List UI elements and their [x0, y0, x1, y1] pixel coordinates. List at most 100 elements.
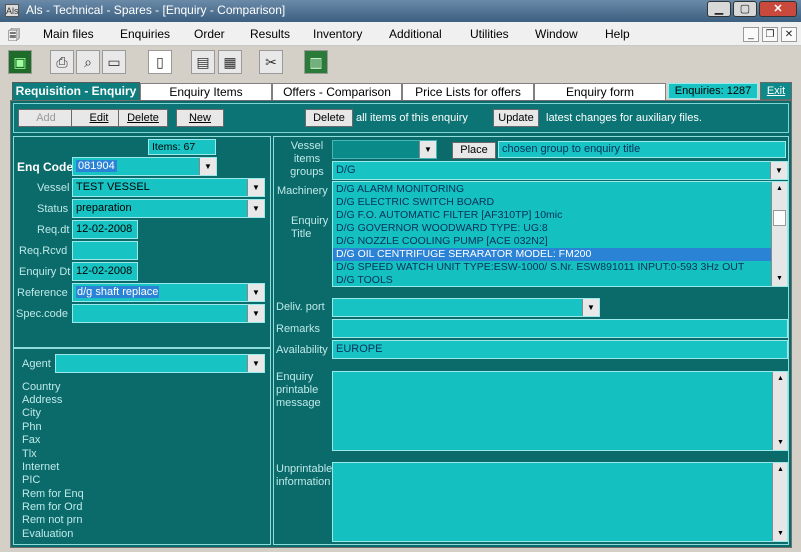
- enq-code-label: Enq Code: [17, 160, 73, 174]
- group-select[interactable]: D/G ▼: [332, 161, 788, 180]
- req-rcvd-field[interactable]: [72, 241, 138, 260]
- spec-code-label: Spec.code: [16, 308, 68, 320]
- list-item[interactable]: D/G ELECTRIC SWITCH BOARD: [333, 196, 771, 209]
- tab-price-lists[interactable]: Price Lists for offers: [402, 83, 534, 100]
- machinery-label: Machinery: [277, 185, 328, 197]
- menu-help[interactable]: Help: [605, 27, 630, 41]
- chevron-down-icon[interactable]: ▼: [247, 284, 264, 301]
- req-dt-label: Req.dt: [37, 224, 70, 236]
- document-icon[interactable]: 🗐: [8, 26, 26, 42]
- tab-enquiry-items[interactable]: Enquiry Items: [140, 83, 272, 100]
- availability-field[interactable]: EUROPE: [332, 340, 788, 359]
- mdi-restore-icon[interactable]: ❐: [762, 27, 778, 42]
- scroll-down-icon[interactable]: ▼: [774, 437, 787, 449]
- spec-code-select[interactable]: ▼: [72, 304, 265, 323]
- update-button[interactable]: Update: [493, 109, 539, 127]
- chevron-down-icon[interactable]: ▼: [247, 179, 264, 196]
- printer-icon[interactable]: ⎙: [50, 50, 74, 74]
- chevron-down-icon[interactable]: ▼: [582, 299, 599, 316]
- menu-inventory[interactable]: Inventory: [313, 27, 362, 41]
- list-item[interactable]: D/G F.O. AUTOMATIC FILTER [AF310TP] 10mi…: [333, 209, 771, 222]
- new-button[interactable]: New: [176, 109, 224, 127]
- vessel-select[interactable]: TEST VESSEL ▼: [72, 178, 265, 197]
- agent-telex-label: Tlx: [22, 448, 37, 460]
- reference-value: d/g shaft replace: [76, 286, 160, 298]
- machinery-list[interactable]: D/G ALARM MONITORING D/G ELECTRIC SWITCH…: [332, 181, 788, 287]
- unprintable-information-textarea[interactable]: ▲ ▼: [332, 462, 788, 542]
- list-item-selected[interactable]: D/G OIL CENTRIFUGE SERARATOR MODEL: FM20…: [333, 248, 771, 261]
- chevron-down-icon[interactable]: ▼: [419, 141, 436, 158]
- tab-enquiry-form[interactable]: Enquiry form: [534, 83, 666, 100]
- chevron-down-icon[interactable]: ▼: [199, 158, 216, 175]
- monitor-icon[interactable]: ▭: [102, 50, 126, 74]
- scrollbar-thumb[interactable]: [773, 210, 786, 226]
- list-item[interactable]: D/G TOOLS: [333, 274, 771, 287]
- list-item[interactable]: D/G NOZZLE COOLING PUMP [ACE 032N2]: [333, 235, 771, 248]
- scissors-icon[interactable]: ✂: [259, 50, 283, 74]
- list-item[interactable]: D/G SPEED WATCH UNIT TYPE:ESW-1000/ S.Nr…: [333, 261, 771, 274]
- chevron-down-icon[interactable]: ▼: [247, 305, 264, 322]
- agent-country-label: Country: [22, 381, 61, 393]
- agent-select[interactable]: ▼: [55, 354, 265, 373]
- agent-rem-for-enq-label: Rem for Enq: [22, 488, 84, 500]
- message-scrollbar[interactable]: ▲ ▼: [772, 372, 787, 450]
- delete-all-items-button[interactable]: Delete: [305, 109, 353, 127]
- menu-window[interactable]: Window: [535, 27, 578, 41]
- machinery-list-scrollbar[interactable]: ▲ ▼: [771, 182, 787, 286]
- menu-additional[interactable]: Additional: [389, 27, 442, 41]
- reference-select[interactable]: d/g shaft replace ▼: [72, 283, 265, 302]
- calculator-icon[interactable]: ▥: [304, 50, 328, 74]
- enq-code-value: 081904: [76, 160, 117, 172]
- menu-utilities[interactable]: Utilities: [470, 27, 509, 41]
- close-icon[interactable]: ✕: [759, 1, 797, 17]
- toolbar: ▣ ⎙ ⌕ ▭ ▯ ▤ ▦ ✂ ▥: [0, 46, 801, 78]
- mdi-minimize-icon[interactable]: _: [743, 27, 759, 42]
- deliv-port-select[interactable]: ▼: [332, 298, 600, 317]
- menu-main-files[interactable]: Main files: [43, 27, 94, 41]
- mdi-close-icon[interactable]: ✕: [781, 27, 797, 42]
- menu-results[interactable]: Results: [250, 27, 290, 41]
- vessel-items-groups-select[interactable]: ▼: [332, 140, 437, 159]
- agent-city-label: City: [22, 407, 41, 419]
- status-label: Status: [37, 203, 69, 215]
- list-item[interactable]: D/G ALARM MONITORING: [333, 183, 771, 196]
- enquiry-dt-field[interactable]: 12-02-2008: [72, 262, 138, 281]
- vessel-value: TEST VESSEL: [76, 181, 150, 193]
- chevron-down-icon[interactable]: ▼: [770, 162, 787, 179]
- enq-code-field[interactable]: 081904 ▼: [72, 157, 217, 176]
- unprintable-information-label: Unprintable information: [276, 463, 333, 488]
- delete-button[interactable]: Delete: [118, 109, 168, 127]
- exit-door-icon[interactable]: ▣: [8, 50, 32, 74]
- app-icon[interactable]: Als: [5, 4, 19, 17]
- add-button[interactable]: Add: [18, 109, 74, 127]
- save-as-icon[interactable]: ▦: [218, 50, 242, 74]
- save-icon[interactable]: ▤: [191, 50, 215, 74]
- scroll-up-icon[interactable]: ▲: [773, 183, 786, 195]
- remarks-field[interactable]: [332, 319, 788, 338]
- scroll-up-icon[interactable]: ▲: [774, 373, 787, 385]
- print-preview-icon[interactable]: ⌕: [76, 50, 100, 74]
- exit-button[interactable]: Exit: [760, 82, 792, 100]
- tab-requisition-enquiry[interactable]: Requisition - Enquiry: [12, 82, 140, 101]
- maximize-icon[interactable]: ▢: [733, 1, 757, 17]
- agent-pic-label: PIC: [22, 474, 41, 486]
- vessel-items-groups-label: Vessel items groups: [290, 140, 324, 178]
- req-dt-field[interactable]: 12-02-2008: [72, 220, 138, 239]
- unprintable-scrollbar[interactable]: ▲ ▼: [772, 463, 787, 541]
- menu-enquiries[interactable]: Enquiries: [120, 27, 170, 41]
- scroll-down-icon[interactable]: ▼: [773, 273, 786, 285]
- agent-evaluation-label: Evaluation: [22, 528, 74, 540]
- status-select[interactable]: preparation ▼: [72, 199, 265, 218]
- menu-order[interactable]: Order: [194, 27, 225, 41]
- chevron-down-icon[interactable]: ▼: [247, 200, 264, 217]
- scroll-down-icon[interactable]: ▼: [774, 528, 787, 540]
- agent-internet-label: Internet: [22, 461, 60, 473]
- tab-offers-comparison[interactable]: Offers - Comparison: [272, 83, 402, 100]
- enquiry-printable-message-textarea[interactable]: ▲ ▼: [332, 371, 788, 451]
- scroll-up-icon[interactable]: ▲: [774, 464, 787, 476]
- new-document-icon[interactable]: ▯: [148, 50, 172, 74]
- chevron-down-icon[interactable]: ▼: [247, 355, 264, 372]
- place-button[interactable]: Place: [452, 142, 496, 159]
- minimize-icon[interactable]: ▁: [707, 1, 731, 17]
- list-item[interactable]: D/G GOVERNOR WOODWARD TYPE: UG:8: [333, 222, 771, 235]
